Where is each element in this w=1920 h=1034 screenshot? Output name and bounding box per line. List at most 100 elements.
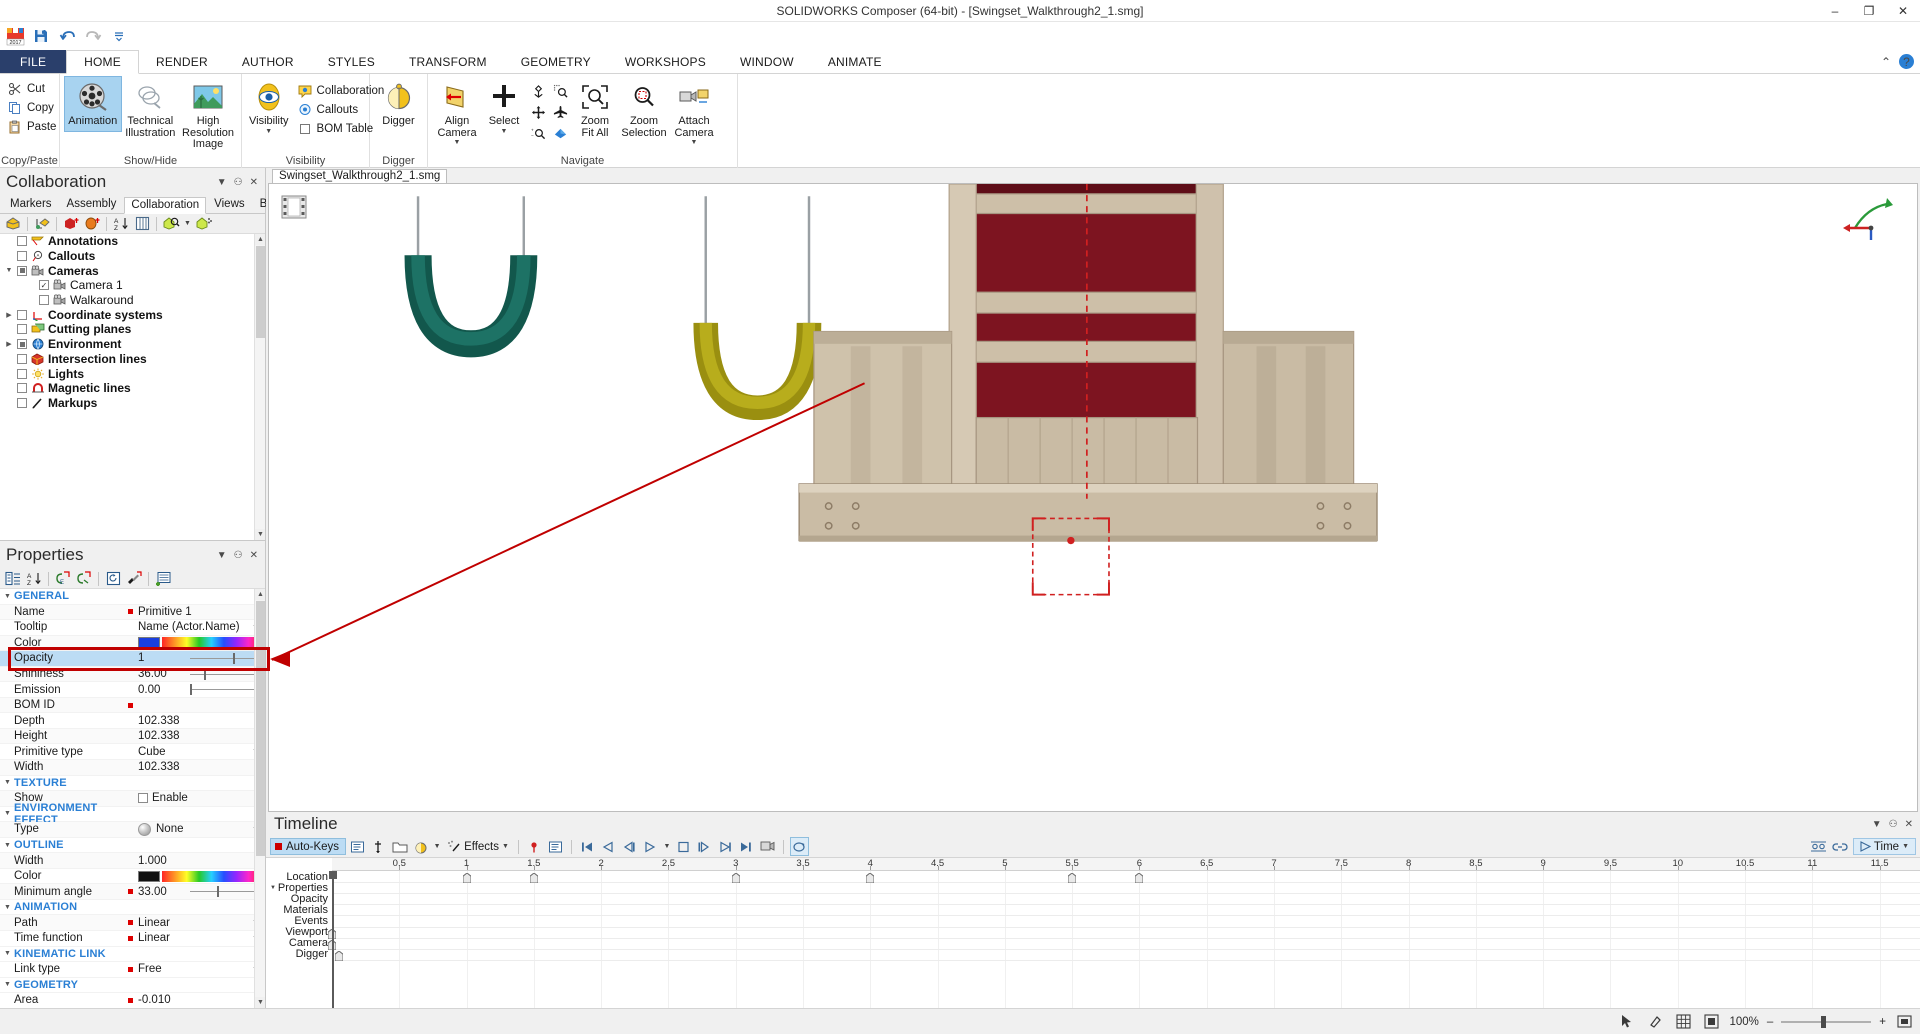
scroll-down-arrow[interactable]: ▼ (255, 997, 265, 1008)
timeline-track-digger[interactable]: Digger (266, 949, 332, 960)
cut-button[interactable]: Cut (3, 79, 60, 98)
filmstrip-icon[interactable] (281, 194, 307, 220)
pan-icon[interactable] (527, 102, 549, 123)
show-hide-icon[interactable] (4, 215, 22, 233)
property-value[interactable]: -0.010 (138, 994, 265, 1006)
property-row-minimum-angle[interactable]: Minimum angle33.00 (0, 884, 265, 900)
properties-list[interactable]: ▼GENERALNamePrimitive 1TooltipName (Acto… (0, 589, 265, 1008)
render-movie-icon[interactable] (758, 837, 777, 856)
property-value[interactable]: Name (Actor.Name)▼ (138, 621, 265, 633)
property-value[interactable]: 102.338 (138, 730, 265, 742)
timeline-close-icon[interactable]: ✕ (1905, 819, 1913, 830)
scroll-up-arrow[interactable]: ▲ (255, 234, 265, 245)
track-collapse-icon[interactable]: ▼ (270, 885, 276, 891)
property-row-texture[interactable]: ▼TEXTURE (0, 776, 265, 792)
property-value[interactable] (138, 637, 265, 648)
time-mode-button[interactable]: Time ▼ (1853, 838, 1916, 855)
tree-item-annotations[interactable]: Annotations (0, 234, 265, 249)
tab-author[interactable]: AUTHOR (225, 50, 311, 73)
paste-button[interactable]: Paste (3, 117, 60, 136)
property-value[interactable]: Enable (138, 792, 265, 804)
viewport-3d[interactable] (268, 183, 1918, 812)
timeline-body[interactable]: Location▼PropertiesOpacityMaterialsEvent… (266, 858, 1920, 1008)
categorized-icon[interactable] (4, 570, 22, 588)
step-back-icon[interactable] (620, 837, 639, 856)
property-row-shininess[interactable]: Shininess36.00 (0, 667, 265, 683)
tab-home[interactable]: HOME (66, 50, 139, 74)
tab-markers[interactable]: Markers (3, 196, 59, 213)
property-slider[interactable] (190, 886, 255, 897)
property-row-environment-effect[interactable]: ▼ENVIRONMENT EFFECT (0, 807, 265, 823)
zoom-window-icon[interactable] (549, 81, 571, 102)
tab-file[interactable]: FILE (0, 50, 66, 73)
expand-all-icon[interactable]: E (54, 570, 72, 588)
tree-item-callouts[interactable]: ACallouts (0, 249, 265, 264)
property-row-time-function[interactable]: Time functionLinear▼ (0, 931, 265, 947)
eyedropper-icon[interactable] (125, 570, 143, 588)
timeline-ruler[interactable]: 0.511.522.533.544.555.566.577.588.599.51… (332, 858, 1920, 871)
timeline-grid[interactable]: 0.511.522.533.544.555.566.577.588.599.51… (332, 858, 1920, 1008)
tab-render[interactable]: RENDER (139, 50, 225, 73)
tree-item-camera-1[interactable]: ✓Camera 1 (0, 278, 265, 293)
property-row-bom-id[interactable]: BOM ID (0, 698, 265, 714)
add-property-icon[interactable] (154, 570, 172, 588)
timeline-key[interactable] (530, 872, 538, 882)
property-row-tooltip[interactable]: TooltipName (Actor.Name)▼ (0, 620, 265, 636)
collapse-all-icon[interactable] (75, 570, 93, 588)
sort-az-icon[interactable]: AZ (25, 570, 43, 588)
tab-styles[interactable]: STYLES (311, 50, 392, 73)
scroll-down-arrow[interactable]: ▼ (255, 529, 265, 540)
save-icon[interactable] (30, 25, 52, 47)
collapse-ribbon-icon[interactable]: ⌃ (1881, 55, 1891, 69)
tab-geometry[interactable]: GEOMETRY (504, 50, 608, 73)
create-red-actor-icon[interactable] (62, 215, 80, 233)
property-row-emission[interactable]: Emission0.00 (0, 682, 265, 698)
property-row-type[interactable]: TypeNone▼ (0, 822, 265, 838)
property-value[interactable]: 1.000 (138, 855, 265, 867)
section-collapse-icon[interactable]: ▼ (4, 779, 11, 786)
tree-item-walkaround[interactable]: Walkaround (0, 293, 265, 308)
tree-checkbox[interactable] (17, 398, 27, 408)
show-hide-tree-icon[interactable] (33, 215, 51, 233)
property-row-width[interactable]: Width1.000 (0, 853, 265, 869)
property-row-depth[interactable]: Depth102.338 (0, 713, 265, 729)
view-triad-icon[interactable] (1841, 194, 1901, 246)
chevron-down-icon[interactable]: ▼ (501, 128, 508, 135)
property-row-primitive-type[interactable]: Primitive typeCube▼ (0, 744, 265, 760)
tree-checkbox[interactable] (17, 354, 27, 364)
property-value[interactable]: Linear▼ (138, 917, 265, 929)
bom-table-checkbox[interactable] (297, 121, 313, 137)
tree-scrollbar[interactable]: ▲ ▼ (254, 234, 265, 540)
link-icon[interactable] (1831, 837, 1850, 856)
property-value[interactable]: Primitive 1 (138, 606, 265, 618)
panel-dropdown-icon[interactable]: ▼ (217, 177, 227, 188)
animation-button[interactable]: Animation (65, 77, 121, 131)
tree-checkbox[interactable] (17, 339, 27, 349)
properties-scrollbar[interactable]: ▲ ▼ (254, 589, 265, 1008)
search-dropdown-icon[interactable]: ▼ (183, 215, 192, 233)
timeline-key[interactable] (1135, 872, 1143, 882)
tab-window[interactable]: WINDOW (723, 50, 811, 73)
properties-close-icon[interactable]: ✕ (250, 550, 258, 561)
property-row-width[interactable]: Width102.338 (0, 760, 265, 776)
section-collapse-icon[interactable]: ▼ (4, 981, 11, 988)
copy-button[interactable]: Copy (3, 98, 60, 117)
tree-checkbox[interactable] (17, 251, 27, 261)
search-icon[interactable] (162, 215, 180, 233)
pan-icon[interactable] (1645, 1012, 1665, 1032)
section-collapse-icon[interactable]: ▼ (4, 810, 11, 817)
more-commands-icon[interactable] (108, 25, 130, 47)
timeline-key[interactable] (463, 872, 471, 882)
digger-dropdown-icon[interactable]: ▼ (432, 837, 442, 856)
panel-close-icon[interactable]: ✕ (250, 177, 258, 188)
tree-item-magnetic-lines[interactable]: Magnetic lines (0, 381, 265, 396)
tab-views[interactable]: Views (207, 196, 251, 213)
property-row-outline[interactable]: ▼OUTLINE (0, 838, 265, 854)
tree-item-markups[interactable]: Markups (0, 396, 265, 411)
zoom-out-button[interactable]: – (1767, 1016, 1773, 1028)
auto-keys-toggle[interactable]: Auto-Keys (270, 838, 346, 855)
timeline-key[interactable] (335, 950, 343, 960)
property-checkbox[interactable] (138, 793, 148, 803)
property-value[interactable]: 1 (138, 652, 265, 664)
properties-pin-icon[interactable]: ⚇ (234, 550, 243, 561)
